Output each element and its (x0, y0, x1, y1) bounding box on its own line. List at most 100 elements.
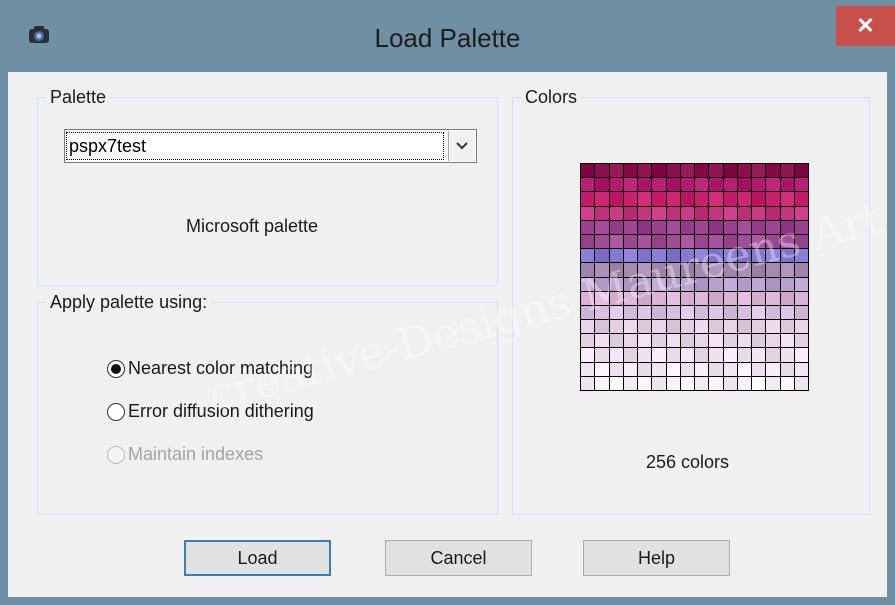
color-swatch (794, 192, 808, 206)
color-swatch (709, 362, 723, 376)
color-swatch (595, 249, 609, 263)
color-swatch (752, 192, 766, 206)
color-swatch (609, 305, 623, 320)
color-swatch (581, 234, 595, 249)
palette-select[interactable]: pspx7test (64, 129, 477, 163)
color-swatch (623, 362, 637, 376)
color-swatch (623, 220, 637, 234)
color-swatch (695, 305, 709, 320)
radio-label: Error diffusion dithering (128, 401, 314, 421)
color-swatch (595, 291, 609, 305)
color-swatch (695, 192, 709, 206)
color-swatch (723, 320, 737, 334)
color-swatch (780, 277, 794, 291)
color-swatch (752, 320, 766, 334)
color-swatch (638, 192, 652, 206)
color-swatch (723, 362, 737, 376)
color-swatch (652, 305, 666, 320)
color-swatch (695, 178, 709, 192)
help-button[interactable]: Help (583, 540, 730, 576)
color-swatch (737, 249, 751, 263)
color-swatch (723, 249, 737, 263)
color-swatch (794, 249, 808, 263)
color-swatch (666, 234, 680, 249)
color-swatch (752, 291, 766, 305)
color-swatch (666, 334, 680, 348)
colors-group-label: Colors (521, 87, 582, 108)
radio-error-diffusion[interactable]: Error diffusion dithering (107, 401, 314, 422)
color-swatch (666, 348, 680, 362)
color-swatch (638, 348, 652, 362)
radio-nearest-color[interactable]: Nearest color matching (107, 358, 313, 379)
color-swatch (609, 320, 623, 334)
color-swatch (766, 305, 780, 320)
color-swatch (723, 291, 737, 305)
color-swatch (794, 220, 808, 234)
color-swatch (609, 220, 623, 234)
dialog-body: Palette pspx7test Microsoft palette Appl… (8, 72, 887, 597)
color-swatch (737, 164, 751, 178)
chevron-down-icon[interactable] (448, 131, 475, 161)
color-swatch (609, 206, 623, 220)
color-swatch (752, 334, 766, 348)
color-swatch (780, 220, 794, 234)
palette-description: Microsoft palette (186, 216, 319, 236)
color-swatch (638, 220, 652, 234)
color-swatch (623, 305, 637, 320)
color-swatch (752, 206, 766, 220)
color-swatch (652, 334, 666, 348)
color-swatch (595, 220, 609, 234)
color-swatch (766, 291, 780, 305)
color-swatch (780, 320, 794, 334)
color-swatch (737, 220, 751, 234)
color-swatch (766, 164, 780, 178)
radio-label: Maintain indexes (128, 444, 264, 464)
color-swatch (695, 376, 709, 390)
color-swatch (595, 234, 609, 249)
color-swatch (752, 263, 766, 277)
close-button[interactable]: ✕ (836, 6, 895, 46)
color-swatch (638, 178, 652, 192)
color-swatch (780, 249, 794, 263)
color-swatch (766, 234, 780, 249)
color-swatch (723, 206, 737, 220)
color-swatch (766, 320, 780, 334)
color-swatch (652, 206, 666, 220)
color-swatch (595, 305, 609, 320)
color-swatch (581, 376, 595, 390)
color-swatch (766, 220, 780, 234)
color-swatch (709, 164, 723, 178)
color-swatch (780, 178, 794, 192)
color-swatch (638, 277, 652, 291)
radio-button[interactable] (107, 402, 125, 421)
color-swatch (623, 320, 637, 334)
color-swatch (680, 192, 694, 206)
cancel-button[interactable]: Cancel (385, 540, 532, 576)
color-swatch (737, 263, 751, 277)
color-swatch (780, 192, 794, 206)
color-swatch-grid (580, 163, 809, 391)
color-swatch (737, 320, 751, 334)
load-button[interactable]: Load (184, 540, 331, 576)
color-swatch (652, 164, 666, 178)
color-swatch (794, 234, 808, 249)
color-swatch (752, 249, 766, 263)
color-swatch (680, 362, 694, 376)
color-swatch (680, 234, 694, 249)
color-swatch (752, 164, 766, 178)
color-swatch (581, 305, 595, 320)
color-swatch (623, 376, 637, 390)
color-swatch (623, 164, 637, 178)
title-bar[interactable]: Load Palette ✕ (0, 0, 895, 72)
radio-button[interactable] (107, 359, 125, 378)
color-swatch (623, 192, 637, 206)
color-swatch (638, 263, 652, 277)
color-swatch (581, 334, 595, 348)
color-swatch (623, 277, 637, 291)
color-swatch (737, 376, 751, 390)
color-swatch (780, 234, 794, 249)
color-swatch (638, 362, 652, 376)
color-swatch (595, 178, 609, 192)
color-swatch (794, 362, 808, 376)
color-swatch (680, 206, 694, 220)
